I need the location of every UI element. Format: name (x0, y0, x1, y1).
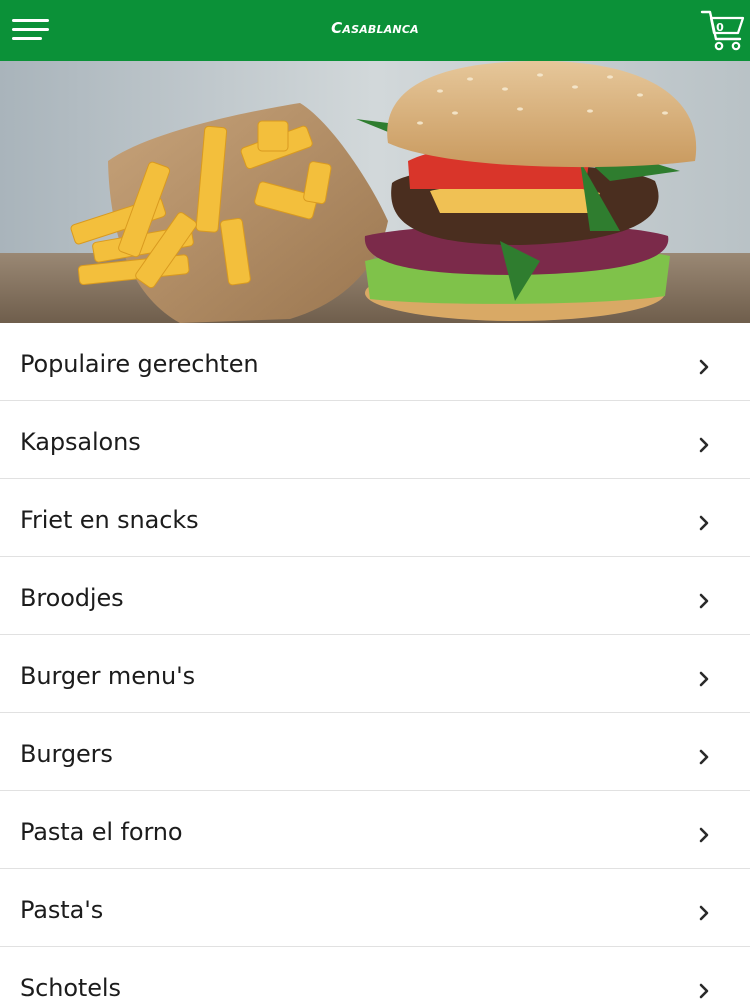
chevron-right-icon (699, 983, 709, 999)
chevron-right-icon (699, 515, 709, 531)
chevron-right-icon (699, 827, 709, 843)
category-label: Pasta el forno (20, 818, 183, 846)
chevron-right-icon (699, 593, 709, 609)
category-item[interactable]: Broodjes (0, 557, 750, 635)
category-item[interactable]: Burger menu's (0, 635, 750, 713)
category-item[interactable]: Friet en snacks (0, 479, 750, 557)
app-screen: Casablanca 0 Populaire gerechten Kapsalo… (0, 0, 750, 1000)
category-item[interactable]: Populaire gerechten (0, 323, 750, 401)
category-label: Populaire gerechten (20, 350, 259, 378)
cart-button[interactable]: 0 (700, 9, 746, 53)
top-app-bar: Casablanca 0 (0, 0, 750, 61)
brand-logo: Casablanca (331, 19, 419, 37)
category-label: Pasta's (20, 896, 104, 924)
category-item[interactable]: Pasta's (0, 869, 750, 947)
category-item[interactable]: Schotels (0, 947, 750, 1000)
chevron-right-icon (699, 437, 709, 453)
chevron-right-icon (699, 905, 709, 921)
category-label: Burgers (20, 740, 113, 768)
category-label: Schotels (20, 974, 121, 1000)
burger (356, 61, 697, 321)
chevron-right-icon (699, 359, 709, 375)
category-item[interactable]: Pasta el forno (0, 791, 750, 869)
category-item[interactable]: Kapsalons (0, 401, 750, 479)
hero-image (0, 61, 750, 323)
category-label: Friet en snacks (20, 506, 199, 534)
cart-count-badge: 0 (716, 21, 724, 34)
chevron-right-icon (699, 749, 709, 765)
category-list: Populaire gerechten Kapsalons Friet en sna… (0, 323, 750, 1000)
category-label: Broodjes (20, 584, 124, 612)
category-label: Burger menu's (20, 662, 195, 690)
category-label: Kapsalons (20, 428, 141, 456)
chevron-right-icon (699, 671, 709, 687)
category-item[interactable]: Burgers (0, 713, 750, 791)
